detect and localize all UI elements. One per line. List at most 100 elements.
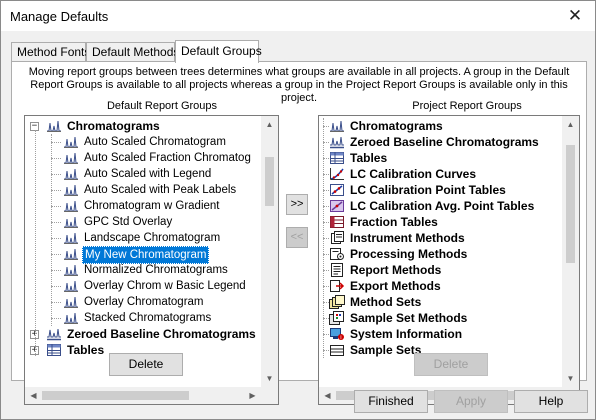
chromatogram-icon: [63, 263, 79, 277]
chromatogram-icon: [46, 119, 62, 133]
scroll-down-icon[interactable]: ▼: [261, 370, 278, 387]
tree-node-label: Fraction Tables: [350, 215, 438, 229]
project-tree-node[interactable]: Zeroed Baseline Chromatograms: [319, 134, 541, 150]
project-tree-node[interactable]: Export Methods: [319, 278, 443, 294]
default-tree-node[interactable]: Auto Scaled Fraction Chromatog: [25, 150, 253, 166]
sample-set-icon: [329, 343, 345, 357]
default-tree-node[interactable]: Auto Scaled with Legend: [25, 166, 213, 182]
move-to-project-button[interactable]: >>: [286, 194, 308, 215]
tree-node-label: Auto Scaled with Legend: [84, 168, 212, 180]
default-tree-node[interactable]: Auto Scaled Chromatogram: [25, 134, 228, 150]
scroll-left-icon[interactable]: ◀: [319, 387, 336, 404]
default-tree-node[interactable]: Stacked Chromatograms: [25, 310, 213, 326]
move-to-default-button[interactable]: <<: [286, 227, 308, 248]
default-tree-node[interactable]: Chromatogram w Gradient: [25, 198, 222, 214]
scroll-corner: [261, 387, 278, 404]
project-tree-node[interactable]: LC Calibration Point Tables: [319, 182, 508, 198]
chromatogram-icon: [63, 295, 79, 309]
tree-node-label: Instrument Methods: [350, 231, 465, 245]
title-bar: Manage Defaults ✕: [1, 1, 595, 31]
project-tree-node[interactable]: LC Calibration Curves: [319, 166, 478, 182]
default-tree-node[interactable]: Auto Scaled with Peak Labels: [25, 182, 238, 198]
project-tree-node[interactable]: Fraction Tables: [319, 214, 440, 230]
default-tree-node[interactable]: − Chromatograms: [25, 118, 162, 134]
tree-node-label: Chromatograms: [67, 119, 160, 133]
tab-default-methods[interactable]: Default Methods: [86, 42, 179, 62]
project-tree-node[interactable]: LC Calibration Avg. Point Tables: [319, 198, 536, 214]
tree-node-label: Zeroed Baseline Chromatograms: [350, 135, 539, 149]
project-tree-items: Chromatograms Zeroed Baseline Chromatogra…: [319, 116, 562, 387]
default-tree-node[interactable]: GPC Std Overlay: [25, 214, 174, 230]
scroll-up-icon[interactable]: ▲: [562, 116, 579, 133]
tree-node-label: LC Calibration Point Tables: [350, 183, 506, 197]
tree-node-label: Report Methods: [350, 263, 442, 277]
tree-node-label: Export Methods: [350, 279, 441, 293]
project-tree-node[interactable]: Chromatograms: [319, 118, 445, 134]
manage-defaults-dialog: Manage Defaults ✕ Method Fonts Default M…: [0, 0, 596, 420]
default-tree-node[interactable]: My New Chromatogram: [25, 246, 210, 264]
default-tree-node[interactable]: Overlay Chrom w Basic Legend: [25, 278, 248, 294]
default-tree-node[interactable]: + Zeroed Baseline Chromatograms: [25, 326, 258, 342]
tree-node-label: Method Sets: [350, 295, 422, 309]
tree-connector: [51, 142, 61, 143]
chromatogram-icon: [329, 119, 345, 133]
tree-connector: [51, 270, 61, 271]
help-button[interactable]: Help: [514, 390, 588, 413]
tree-node-label: Chromatogram w Gradient: [84, 200, 220, 212]
tree-node-label: LC Calibration Curves: [350, 167, 477, 181]
apply-button[interactable]: Apply: [434, 390, 508, 413]
finished-button[interactable]: Finished: [354, 390, 428, 413]
left-vertical-scrollbar[interactable]: ▲ ▼: [261, 116, 278, 387]
tab-default-groups[interactable]: Default Groups: [175, 40, 262, 63]
default-tree-node[interactable]: Landscape Chromatogram: [25, 230, 222, 246]
calibration-point-icon: [329, 183, 345, 197]
right-vscroll-thumb[interactable]: [566, 144, 575, 264]
tree-connector: [51, 206, 61, 207]
tree-node-label: Auto Scaled Fraction Chromatog: [84, 152, 251, 164]
default-tree-node[interactable]: Normalized Chromatograms: [25, 262, 230, 278]
tree-node-label: Overlay Chrom w Basic Legend: [84, 280, 246, 292]
project-tree-node[interactable]: Processing Methods: [319, 246, 469, 262]
tree-node-label: Tables: [350, 151, 388, 165]
tab-method-fonts[interactable]: Method Fonts: [11, 42, 90, 62]
tree-node-label: Tables: [67, 343, 105, 357]
tree-connector: [51, 254, 61, 255]
delete-project-group-button[interactable]: Delete: [414, 353, 488, 376]
tree-node-label: Chromatograms: [350, 119, 443, 133]
project-tree-node[interactable]: Method Sets: [319, 294, 423, 310]
chromatogram-icon: [63, 167, 79, 181]
scroll-right-icon[interactable]: ▶: [244, 387, 261, 404]
default-tree-node[interactable]: + Tables: [25, 342, 106, 358]
default-tree-items: − Chromatograms Auto Scaled Chromatogram Au…: [25, 116, 261, 387]
project-tree-node[interactable]: i System Information: [319, 326, 464, 342]
tree-node-label: Processing Methods: [350, 247, 468, 261]
tree-connector: [51, 158, 61, 159]
right-vertical-scrollbar[interactable]: ▲ ▼: [562, 116, 579, 387]
scroll-down-icon[interactable]: ▼: [562, 370, 579, 387]
project-tree-node[interactable]: Tables: [319, 150, 389, 166]
delete-default-group-button[interactable]: Delete: [109, 353, 183, 376]
scroll-left-icon[interactable]: ◀: [25, 387, 42, 404]
tree-node-label: Sample Set Methods: [350, 311, 468, 325]
instrument-method-icon: [329, 231, 345, 245]
scroll-up-icon[interactable]: ▲: [261, 116, 278, 133]
processing-method-icon: [329, 247, 345, 261]
project-tree-node[interactable]: Sample Set Methods: [319, 310, 469, 326]
tree-node-label: Auto Scaled with Peak Labels: [84, 184, 237, 196]
left-hscroll-thumb[interactable]: [42, 391, 190, 400]
zeroed-baseline-icon: [329, 135, 345, 149]
tree-node-label: Sample Sets: [350, 343, 422, 357]
sample-set-method-icon: [329, 311, 345, 325]
left-horizontal-scrollbar[interactable]: ◀ ▶: [25, 387, 261, 404]
left-vscroll-thumb[interactable]: [265, 156, 274, 207]
tree-connector: [51, 318, 61, 319]
chromatogram-icon: [63, 215, 79, 229]
project-tree-node[interactable]: Sample Sets: [319, 342, 423, 358]
fraction-table-icon: [329, 215, 345, 229]
project-tree-node[interactable]: Instrument Methods: [319, 230, 467, 246]
export-method-icon: [329, 279, 345, 293]
project-tree-node[interactable]: Report Methods: [319, 262, 443, 278]
default-tree-node[interactable]: Overlay Chromatogram: [25, 294, 206, 310]
tree-connector: [35, 130, 36, 356]
close-icon[interactable]: ✕: [555, 1, 595, 31]
